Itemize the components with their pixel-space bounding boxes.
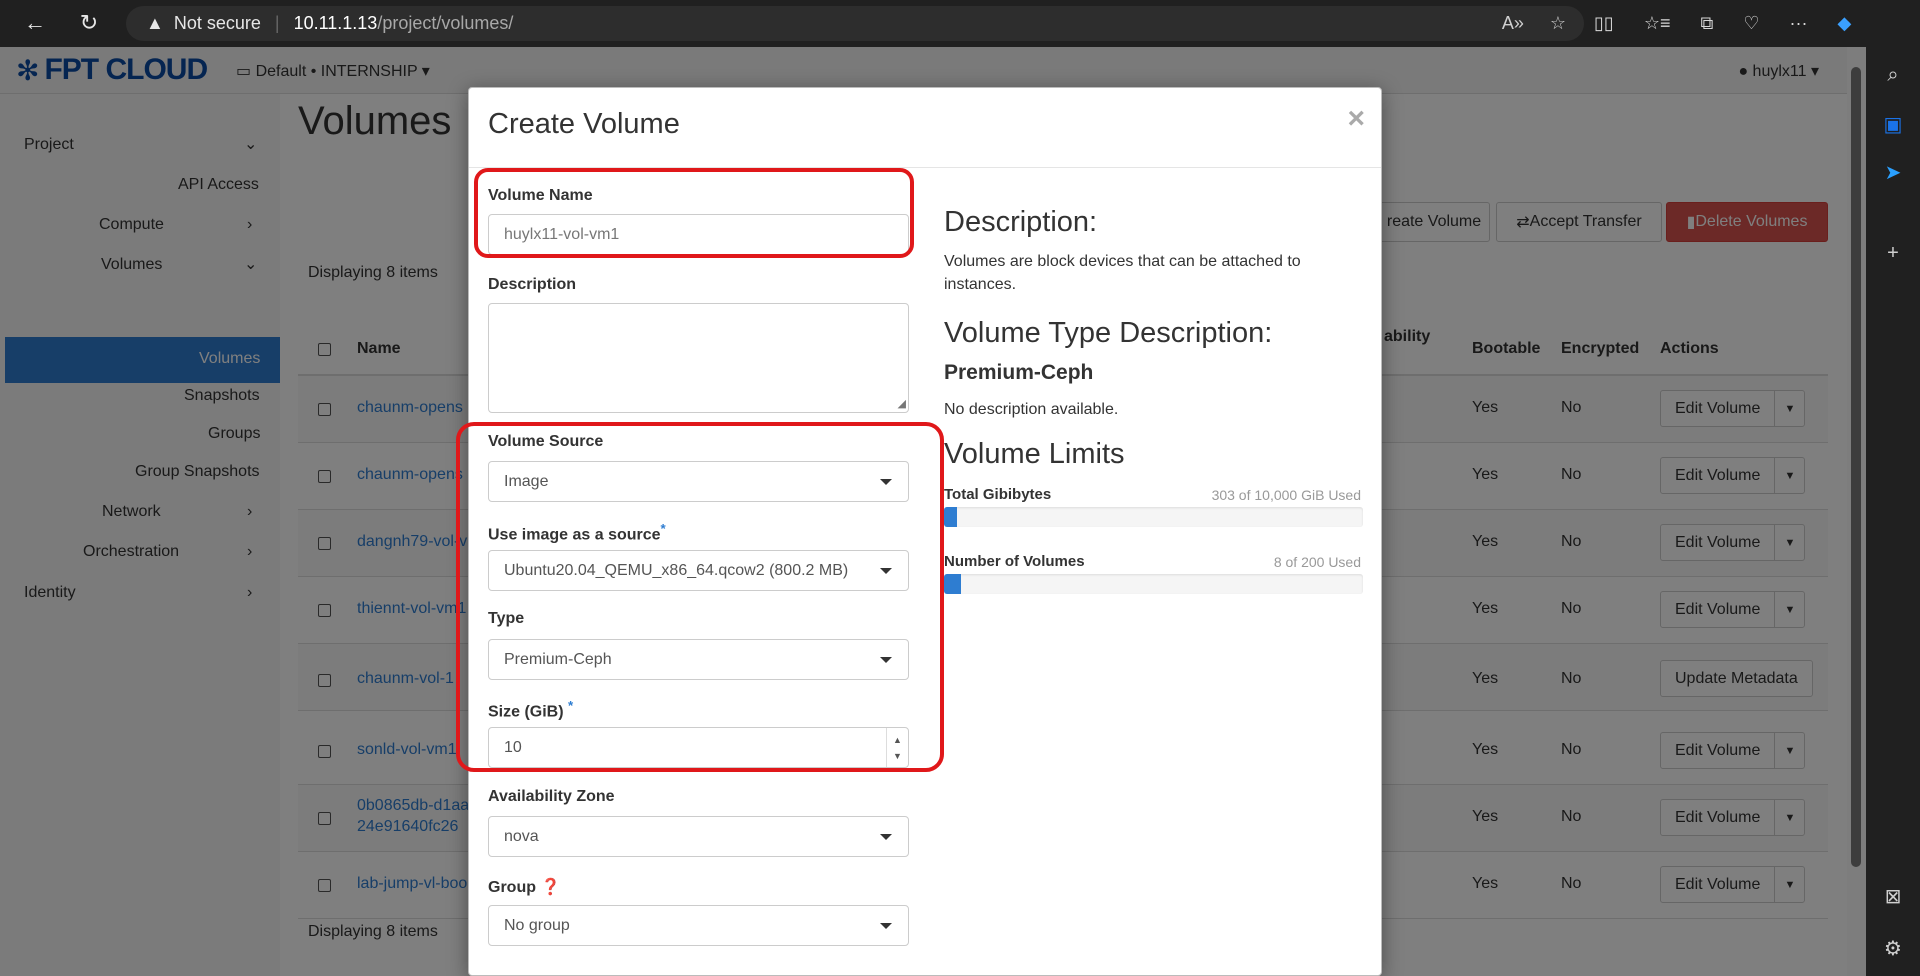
volume-type-text: No description available.: [944, 401, 1119, 418]
annotation-highlight-name: [474, 168, 914, 258]
volumes-progress-bar: [944, 574, 1363, 594]
description-heading: Description:: [944, 206, 1098, 238]
address-bar[interactable]: ▲ Not secure | 10.11.1.13/project/volume…: [126, 6, 1584, 41]
scrollbar-thumb[interactable]: [1851, 67, 1861, 867]
edge-sidebar: ⌕ ▣ ➤ + ⊠ ⚙: [1866, 47, 1920, 976]
number-of-volumes-used: 8 of 200 Used: [1273, 554, 1361, 570]
close-icon[interactable]: ×: [1347, 102, 1365, 136]
favorite-star-icon[interactable]: ☆: [1550, 13, 1566, 34]
total-gibibytes-used: 303 of 10,000 GiB Used: [1211, 487, 1361, 503]
refresh-icon[interactable]: ↻: [68, 3, 110, 43]
copilot-icon[interactable]: ◆: [1837, 13, 1851, 34]
page-scrollbar[interactable]: [1847, 47, 1866, 976]
warning-icon: ▲: [146, 13, 164, 33]
description-textarea[interactable]: ◢: [488, 303, 909, 413]
add-icon[interactable]: +: [1880, 240, 1906, 266]
group-label: Group ❓: [488, 879, 561, 896]
collections-icon[interactable]: ⧉: [1700, 13, 1713, 34]
gear-icon[interactable]: ⚙: [1880, 935, 1906, 961]
security-label: Not secure: [173, 13, 261, 33]
more-icon[interactable]: ···: [1789, 13, 1807, 34]
resize-handle-icon[interactable]: ◢: [898, 397, 906, 410]
screenshot-icon[interactable]: ⊠: [1880, 883, 1906, 909]
modal-header: Create Volume ×: [469, 88, 1381, 168]
gibibytes-progress-fill: [944, 507, 957, 527]
volume-limits-heading: Volume Limits: [944, 438, 1125, 470]
caret-down-icon: [880, 923, 892, 929]
modal-title: Create Volume: [488, 108, 680, 140]
availability-zone-select[interactable]: nova: [488, 816, 909, 857]
health-icon[interactable]: ♡: [1743, 13, 1759, 34]
back-icon[interactable]: ←: [14, 3, 56, 43]
number-of-volumes-label: Number of Volumes: [944, 553, 1085, 570]
read-aloud-icon[interactable]: A»: [1502, 13, 1524, 34]
telegram-icon[interactable]: ➤: [1880, 159, 1906, 185]
browser-toolbar: ← ↻ ▲ Not secure | 10.11.1.13/project/vo…: [0, 0, 1920, 47]
help-icon[interactable]: ❓: [540, 879, 560, 896]
description-text: Volumes are block devices that can be at…: [944, 253, 1301, 293]
url-host: 10.11.1.13: [293, 13, 378, 33]
description-label: Description: [488, 276, 577, 293]
group-select[interactable]: No group: [488, 905, 909, 946]
availability-zone-label: Availability Zone: [488, 788, 615, 805]
volume-type-name: Premium-Ceph: [944, 361, 1094, 384]
search-icon[interactable]: ⌕: [1880, 62, 1906, 88]
annotation-highlight-source: [456, 422, 944, 772]
volume-type-heading: Volume Type Description:: [944, 317, 1273, 349]
outlook-icon[interactable]: ▣: [1880, 111, 1906, 137]
gibibytes-progress-bar: [944, 507, 1363, 527]
caret-down-icon: [880, 834, 892, 840]
total-gibibytes-label: Total Gibibytes: [944, 486, 1052, 503]
favorites-icon[interactable]: ☆≡: [1644, 13, 1671, 34]
volumes-progress-fill: [944, 574, 961, 594]
url-path: /project/volumes/: [377, 13, 514, 33]
split-screen-icon[interactable]: ▯▯: [1594, 13, 1614, 34]
